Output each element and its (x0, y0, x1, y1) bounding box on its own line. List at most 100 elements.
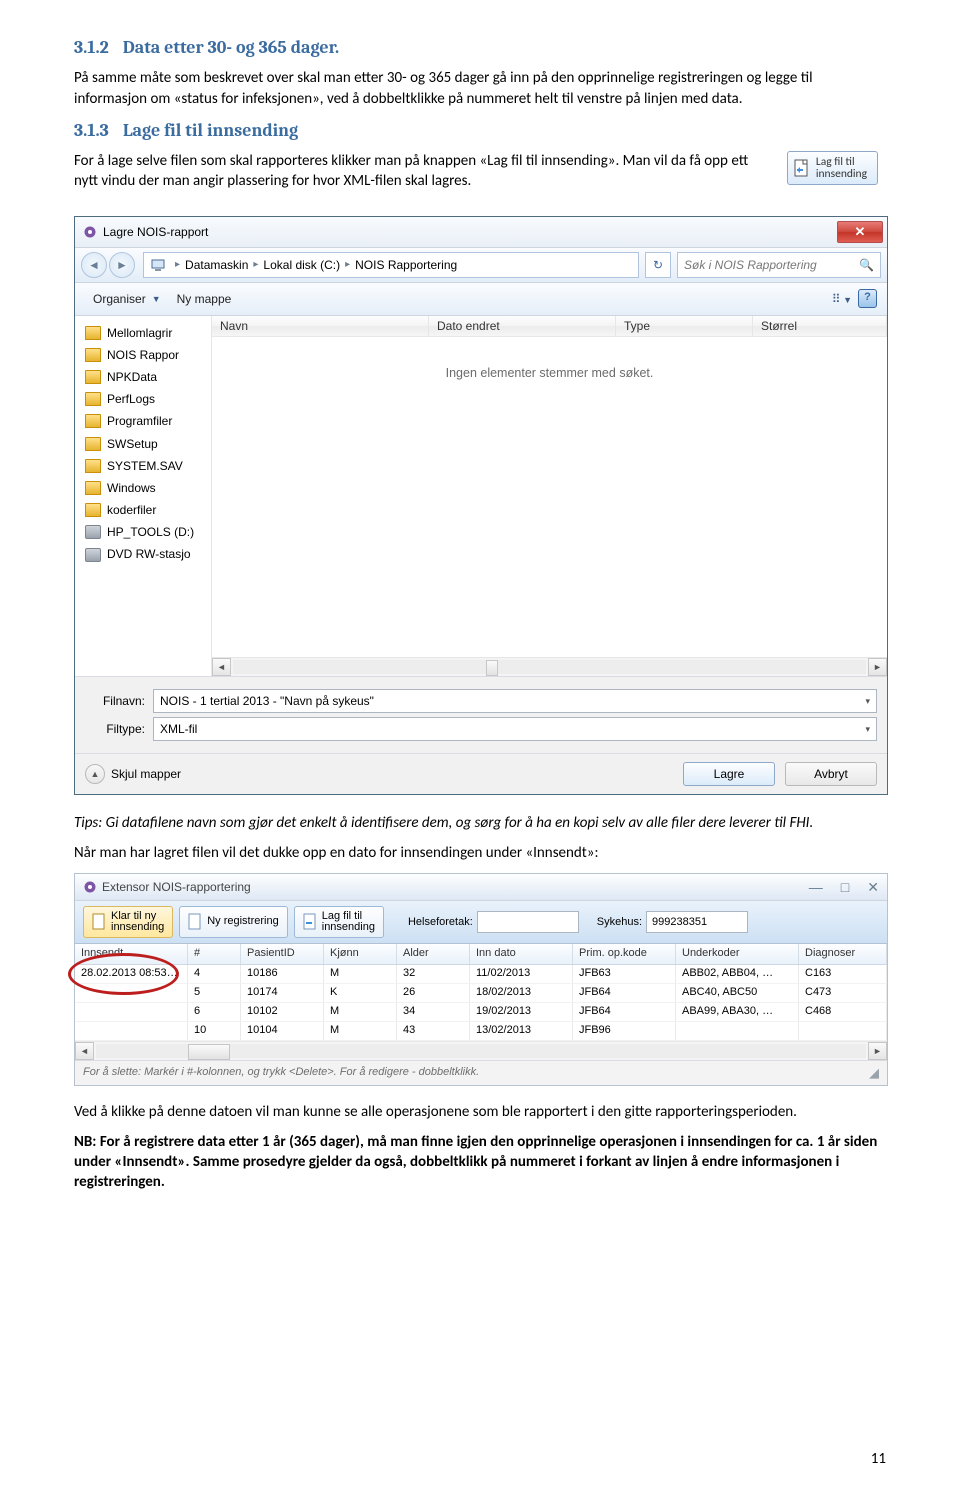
save-button[interactable]: Lagre (683, 762, 775, 786)
heading-313: 3.1.3Lage fil til innsending (74, 119, 886, 143)
table-cell: 28.02.2013 08:53… (75, 965, 188, 983)
crumb-0[interactable]: Datamaskin (185, 257, 248, 273)
table-cell: M (324, 1003, 397, 1021)
table-cell: ABA99, ABA30, … (676, 1003, 799, 1021)
table-cell: M (324, 965, 397, 983)
help-button[interactable]: ? (858, 289, 877, 308)
h-scrollbar[interactable]: ◄► (75, 1041, 887, 1060)
table-cell: 10174 (241, 984, 324, 1002)
table-cell: C473 (799, 984, 887, 1002)
table-cell: ABC40, ABC50 (676, 984, 799, 1002)
table-row[interactable]: 1010104M4313/02/2013JFB96 (75, 1022, 887, 1041)
chevron-down-icon: ▾ (865, 723, 870, 735)
col-date[interactable]: Dato endret (429, 316, 616, 336)
h-scrollbar[interactable]: ◄► (212, 657, 887, 676)
filename-input[interactable]: NOIS - 1 tertial 2013 - "Navn på sykeus"… (153, 689, 877, 713)
col-primop[interactable]: Prim. op.kode (573, 944, 676, 964)
helseforetak-input[interactable] (477, 911, 579, 933)
sykehus-label: Sykehus: (597, 915, 642, 930)
table-cell: 10102 (241, 1003, 324, 1021)
col-name[interactable]: Navn (212, 316, 429, 336)
table-cell: 5 (188, 984, 241, 1002)
crumb-2[interactable]: NOIS Rapportering (355, 257, 457, 273)
table-cell (676, 1022, 799, 1040)
breadcrumb[interactable]: ▸Datamaskin ▸Lokal disk (C:) ▸NOIS Rappo… (143, 252, 639, 278)
sykehus-input[interactable]: 999238351 (646, 911, 748, 933)
table-cell: JFB64 (573, 1003, 676, 1021)
status-bar: For å slette: Markér i #-kolonnen, og tr… (75, 1060, 887, 1085)
side-item: PerfLogs (75, 388, 211, 410)
table-cell: C468 (799, 1003, 887, 1021)
table-row[interactable]: 510174K2618/02/2013JFB64ABC40, ABC50C473 (75, 984, 887, 1003)
col-size[interactable]: Størrel (753, 316, 887, 336)
table-cell: 13/02/2013 (470, 1022, 573, 1040)
table-cell: JFB64 (573, 984, 676, 1002)
chevron-down-icon: ▾ (865, 695, 870, 707)
save-dialog: Lagre NOIS-rapport ✕ ◄ ► ▸Datamaskin ▸Lo… (74, 216, 888, 795)
app-icon (83, 880, 97, 894)
organize-button[interactable]: Organiser▼ (85, 287, 169, 311)
col-num[interactable]: # (188, 944, 241, 964)
file-arrow-icon (794, 159, 809, 177)
ready-new-submit-button[interactable]: Klar til ny innsending (83, 906, 173, 938)
maximize-button[interactable]: □ (841, 878, 849, 897)
nav-forward-button[interactable]: ► (109, 252, 135, 278)
table-cell (75, 1003, 188, 1021)
col-kjonn[interactable]: Kjønn (324, 944, 397, 964)
app-icon (83, 225, 97, 239)
minimize-button[interactable]: — (809, 878, 823, 897)
table-cell: JFB96 (573, 1022, 676, 1040)
computer-icon (150, 258, 166, 272)
table-cell: 19/02/2013 (470, 1003, 573, 1021)
paragraph-312: På samme måte som beskrevet over skal ma… (74, 68, 886, 109)
col-innsendt[interactable]: Innsendt (75, 944, 188, 964)
dialog-title: Lagre NOIS-rapport (103, 224, 208, 240)
table-cell: 18/02/2013 (470, 984, 573, 1002)
document-icon (92, 913, 106, 931)
table-cell: 11/02/2013 (470, 965, 573, 983)
new-folder-button[interactable]: Ny mappe (169, 287, 240, 311)
heading-312: 3.1.2Data etter 30- og 365 dager. (74, 36, 886, 60)
file-arrow-icon (303, 913, 317, 931)
col-alder[interactable]: Alder (397, 944, 470, 964)
search-input[interactable]: Søk i NOIS Rapportering🔍 (677, 252, 881, 278)
table-cell: 6 (188, 1003, 241, 1021)
cancel-button[interactable]: Avbryt (785, 762, 877, 786)
nav-back-button[interactable]: ◄ (81, 252, 107, 278)
side-item: NPKData (75, 366, 211, 388)
filetype-input[interactable]: XML-fil▾ (153, 717, 877, 741)
folder-tree[interactable]: Mellomlagrir NOIS Rappor NPKData PerfLog… (75, 316, 212, 676)
table-cell: 26 (397, 984, 470, 1002)
side-item: DVD RW-stasjo (75, 543, 211, 565)
hide-folders-button[interactable]: ▲Skjul mapper (85, 764, 181, 784)
side-item: SYSTEM.SAV (75, 455, 211, 477)
table-cell (799, 1022, 887, 1040)
table-cell: 43 (397, 1022, 470, 1040)
table-row[interactable]: 610102M3419/02/2013JFB64ABA99, ABA30, …C… (75, 1003, 887, 1022)
side-item: Windows (75, 477, 211, 499)
table-cell: K (324, 984, 397, 1002)
col-inndato[interactable]: Inn dato (470, 944, 573, 964)
paragraph-nb: NB: For å registrere data etter 1 år (36… (74, 1132, 886, 1193)
side-item: Programfiler (75, 410, 211, 432)
col-pasientid[interactable]: PasientID (241, 944, 324, 964)
new-registration-button[interactable]: Ny registrering (179, 906, 288, 938)
side-item: HP_TOOLS (D:) (75, 521, 211, 543)
crumb-1[interactable]: Lokal disk (C:) (263, 257, 340, 273)
extensor-window: Extensor NOIS-rapportering — □ ✕ Klar ti… (74, 873, 888, 1086)
create-file-button[interactable]: Lag fil til innsending (294, 906, 384, 938)
filetype-label: Filtype: (85, 721, 145, 737)
refresh-button[interactable]: ↻ (645, 252, 671, 278)
table-row[interactable]: 28.02.2013 08:53…410186M3211/02/2013JFB6… (75, 965, 887, 984)
view-mode-button[interactable]: ⠿ ▼ (832, 291, 852, 307)
col-underkoder[interactable]: Underkoder (676, 944, 799, 964)
create-file-button[interactable]: Lag fil til innsending (787, 151, 878, 185)
window-title: Extensor NOIS-rapportering (102, 879, 251, 895)
close-button[interactable]: ✕ (837, 221, 883, 243)
col-diagnoser[interactable]: Diagnoser (799, 944, 887, 964)
close-button[interactable]: ✕ (867, 878, 879, 897)
side-item: SWSetup (75, 433, 211, 455)
table-cell: 34 (397, 1003, 470, 1021)
col-type[interactable]: Type (616, 316, 753, 336)
page-number: 11 (871, 1449, 886, 1469)
